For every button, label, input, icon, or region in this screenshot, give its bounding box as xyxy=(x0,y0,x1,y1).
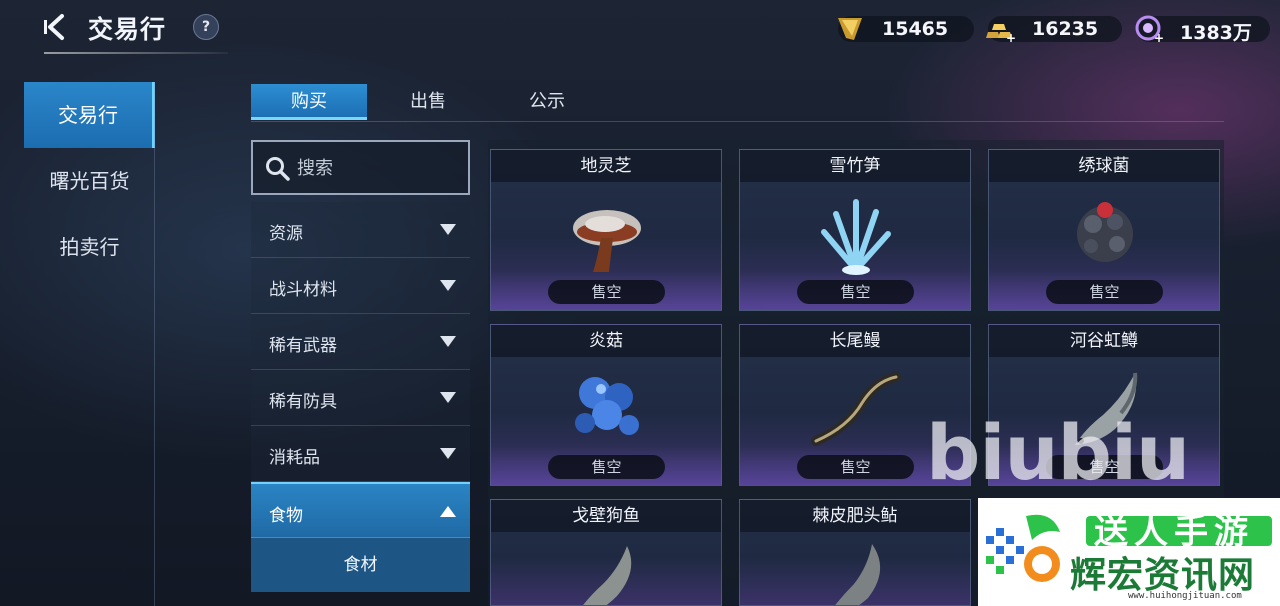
help-button[interactable]: ? xyxy=(193,14,219,40)
category-rare-weapons[interactable]: 稀有武器 xyxy=(251,314,470,370)
sold-out-badge: 售空 xyxy=(797,455,914,479)
chevron-down-icon xyxy=(440,224,456,235)
plus-icon: + xyxy=(1006,31,1017,45)
mushroom-icon xyxy=(573,210,641,272)
item-card[interactable]: 棘皮肥头鲇 xyxy=(739,499,971,606)
item-card[interactable]: 雪竹笋 售空 xyxy=(739,149,971,311)
plus-icon: + xyxy=(1154,31,1165,45)
search-input[interactable] xyxy=(297,154,457,182)
back-arrow-icon xyxy=(44,14,64,40)
category-label: 资源 xyxy=(269,224,303,244)
logo-banner-text: 送人手游 xyxy=(1094,516,1254,546)
currency-value: 15465 xyxy=(882,18,949,40)
nav-divider xyxy=(154,82,155,606)
back-button[interactable] xyxy=(40,10,74,44)
watermark-text: biubiu xyxy=(926,408,1190,497)
catfish-icon xyxy=(835,544,880,605)
chevron-down-icon xyxy=(440,448,456,459)
sold-out-badge: 售空 xyxy=(797,280,914,304)
item-name: 河谷虹鳟 xyxy=(989,325,1219,357)
search-icon xyxy=(266,157,290,181)
chevron-down-icon xyxy=(440,280,456,291)
item-card[interactable]: 戈壁狗鱼 xyxy=(490,499,722,606)
item-name: 长尾鳗 xyxy=(740,325,970,357)
hydrangea-fungus-icon xyxy=(1077,202,1133,262)
category-list: 资源 战斗材料 稀有武器 稀有防具 消耗品 食物 食材 xyxy=(251,202,470,592)
category-combat-materials[interactable]: 战斗材料 xyxy=(251,258,470,314)
currency-purple-orb[interactable]: + 1383万 xyxy=(1135,15,1270,45)
tab-buy[interactable]: 购买 xyxy=(251,84,367,120)
currency-value: 1383万 xyxy=(1180,22,1252,44)
item-name: 戈壁狗鱼 xyxy=(491,500,721,532)
category-label: 食物 xyxy=(269,506,303,526)
watermark-logo: 送人手游 辉宏资讯网 www.huihongjituan.com xyxy=(978,498,1280,606)
category-rare-armor[interactable]: 稀有防具 xyxy=(251,370,470,426)
logo-banner: 送人手游 xyxy=(1086,516,1272,546)
eel-icon xyxy=(811,372,901,446)
item-name: 地灵芝 xyxy=(491,150,721,182)
tab-sell[interactable]: 出售 xyxy=(370,84,486,120)
item-card[interactable]: 绣球菌 售空 xyxy=(988,149,1220,311)
category-label: 稀有防具 xyxy=(269,392,337,412)
currency-gold-crystal: 15465 xyxy=(838,16,974,42)
item-card[interactable]: 地灵芝 售空 xyxy=(490,149,722,311)
top-bar: 交易行 ? 15465 + 16235 + 1383万 xyxy=(0,0,1280,62)
currency-gold-bars[interactable]: + 16235 xyxy=(986,16,1122,45)
subcategory-ingredients[interactable]: 食材 xyxy=(251,538,470,592)
currency-value: 16235 xyxy=(1032,18,1099,40)
category-consumables[interactable]: 消耗品 xyxy=(251,426,470,482)
category-label: 战斗材料 xyxy=(269,280,337,300)
item-card[interactable]: 炎菇 售空 xyxy=(490,324,722,486)
nav-item-department-store[interactable]: 曙光百货 xyxy=(24,148,155,214)
logo-url: www.huihongjituan.com xyxy=(1128,591,1242,601)
gold-crystal-icon xyxy=(838,18,862,40)
chevron-down-icon xyxy=(440,392,456,403)
search-box[interactable] xyxy=(251,140,470,195)
page-title: 交易行 xyxy=(88,15,167,44)
ice-bamboo-icon xyxy=(821,199,891,275)
item-name: 炎菇 xyxy=(491,325,721,357)
category-label: 消耗品 xyxy=(269,448,320,468)
sold-out-badge: 售空 xyxy=(1046,280,1163,304)
nav-item-trading[interactable]: 交易行 xyxy=(24,82,155,148)
site-logo-icon xyxy=(986,514,1060,582)
item-name: 绣球菌 xyxy=(989,150,1219,182)
nav-item-auction[interactable]: 拍卖行 xyxy=(24,214,155,280)
category-label: 稀有武器 xyxy=(269,336,337,356)
left-nav: 交易行 曙光百货 拍卖行 xyxy=(24,82,155,280)
title-underline xyxy=(44,52,228,54)
category-resources[interactable]: 资源 xyxy=(251,202,470,258)
item-name: 棘皮肥头鲇 xyxy=(740,500,970,532)
chevron-down-icon xyxy=(440,336,456,347)
blue-mushroom-cluster-icon xyxy=(575,377,639,435)
sold-out-badge: 售空 xyxy=(548,455,665,479)
item-name: 雪竹笋 xyxy=(740,150,970,182)
category-food[interactable]: 食物 xyxy=(251,482,470,538)
sold-out-badge: 售空 xyxy=(548,280,665,304)
chevron-up-icon xyxy=(440,506,456,517)
tab-divider xyxy=(251,121,1224,122)
pike-fish-icon xyxy=(583,546,632,605)
tab-announce[interactable]: 公示 xyxy=(489,84,605,120)
